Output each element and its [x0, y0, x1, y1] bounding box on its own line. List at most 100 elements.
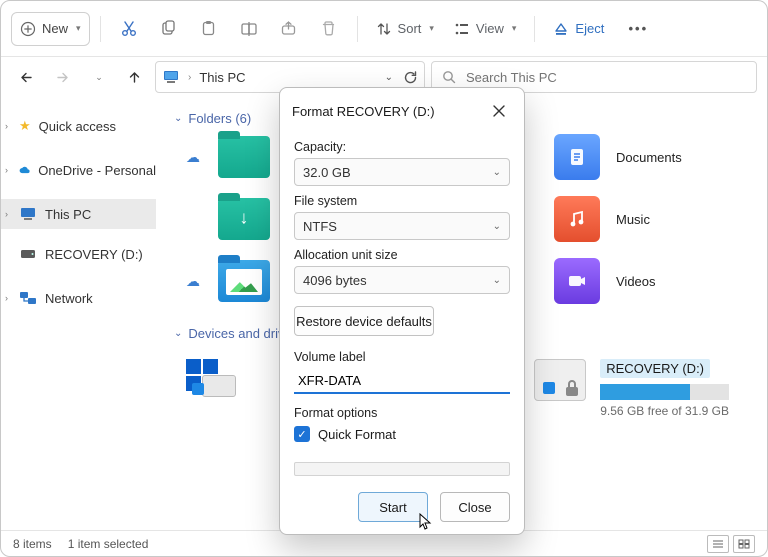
separator [357, 16, 358, 42]
sort-icon [376, 21, 392, 37]
capacity-value: 32.0 GB [303, 165, 351, 180]
cut-button[interactable] [111, 12, 147, 46]
cursor-icon [419, 513, 433, 531]
back-button[interactable] [11, 62, 41, 92]
sidebar: › ★ Quick access › OneDrive - Personal ›… [1, 97, 156, 530]
folder-label: Videos [616, 274, 656, 289]
new-button[interactable]: New ▾ [11, 12, 90, 46]
drive-item-recovery[interactable]: RECOVERY (D:) 9.56 GB free of 31.9 GB [534, 359, 749, 418]
music-icon [554, 196, 600, 242]
restore-label: Restore device defaults [296, 314, 432, 329]
eject-button[interactable]: Eject [545, 12, 612, 46]
allocation-label: Allocation unit size [294, 248, 510, 262]
more-icon: ••• [628, 21, 648, 36]
sidebar-item-label: Quick access [39, 119, 116, 134]
refresh-icon[interactable] [403, 70, 418, 85]
folder-label: Music [616, 212, 650, 227]
paste-button[interactable] [191, 12, 227, 46]
separator [534, 16, 535, 42]
capacity-label: Capacity: [294, 140, 510, 154]
sidebar-item-quick-access[interactable]: › ★ Quick access [1, 111, 156, 141]
sidebar-item-network[interactable]: › Network [1, 283, 156, 313]
view-icon [454, 21, 470, 37]
format-options-label: Format options [294, 406, 510, 420]
sort-label: Sort [398, 21, 422, 36]
pictures-icon [218, 260, 270, 302]
new-label: New [42, 21, 68, 36]
chevron-right-icon: › [5, 121, 8, 131]
icons-view-button[interactable] [733, 535, 755, 553]
chevron-down-icon: ⌄ [493, 167, 501, 178]
start-button[interactable]: Start [358, 492, 428, 522]
chevron-right-icon: › [5, 165, 8, 175]
trash-icon [320, 20, 337, 37]
drive-title: RECOVERY (D:) [600, 359, 710, 378]
search-icon [442, 70, 456, 84]
chevron-right-icon: › [5, 293, 8, 303]
dialog-title: Format RECOVERY (D:) [292, 104, 435, 119]
forward-button[interactable] [47, 62, 77, 92]
drive-usage-bar [600, 384, 729, 400]
downloads-icon: ↓ [218, 198, 270, 240]
cloud-status-icon: ☁ [184, 273, 202, 290]
star-icon: ★ [19, 118, 31, 134]
chevron-down-icon: ⌄ [174, 113, 182, 124]
folder-item-videos[interactable]: Videos [554, 258, 757, 304]
delete-button[interactable] [311, 12, 347, 46]
allocation-select[interactable]: 4096 bytes ⌄ [294, 266, 510, 294]
folder-item-music[interactable]: Music [554, 196, 757, 242]
filesystem-select[interactable]: NTFS ⌄ [294, 212, 510, 240]
drive-icon [19, 247, 37, 261]
separator [100, 16, 101, 42]
drive-item-windows[interactable] [184, 359, 236, 401]
documents-icon [554, 134, 600, 180]
arrow-right-icon [55, 70, 70, 85]
chevron-right-icon: › [188, 72, 191, 83]
format-dialog: Format RECOVERY (D:) Capacity: 32.0 GB ⌄… [279, 87, 525, 535]
volume-label-input[interactable] [294, 368, 510, 394]
search-input[interactable] [464, 69, 746, 86]
folder-label: Documents [616, 150, 682, 165]
sort-button[interactable]: Sort ▾ [368, 12, 442, 46]
computer-icon [162, 68, 180, 86]
eject-icon [553, 21, 569, 37]
share-button[interactable] [271, 12, 307, 46]
rename-button[interactable] [231, 12, 267, 46]
start-label: Start [379, 500, 406, 515]
sidebar-item-label: RECOVERY (D:) [45, 247, 143, 262]
cloud-icon [19, 164, 30, 176]
sidebar-item-label: This PC [45, 207, 91, 222]
filesystem-label: File system [294, 194, 510, 208]
restore-defaults-button[interactable]: Restore device defaults [294, 306, 434, 336]
arrow-left-icon [19, 70, 34, 85]
chevron-down-icon[interactable]: ⌄ [385, 72, 393, 83]
cloud-status-icon: ☁ [184, 149, 202, 166]
volume-label-label: Volume label [294, 350, 510, 364]
recent-button[interactable]: ⌄ [83, 62, 113, 92]
drive-free-text: 9.56 GB free of 31.9 GB [600, 404, 729, 418]
copy-icon [160, 20, 177, 37]
close-icon [493, 105, 505, 117]
details-view-button[interactable] [707, 535, 729, 553]
close-button[interactable] [486, 98, 512, 124]
folder-item-documents[interactable]: Documents [554, 134, 757, 180]
allocation-value: 4096 bytes [303, 273, 367, 288]
arrow-up-icon [127, 70, 142, 85]
sidebar-item-onedrive[interactable]: › OneDrive - Personal [1, 155, 156, 185]
quick-format-label: Quick Format [318, 427, 396, 442]
view-button[interactable]: View ▾ [446, 12, 524, 46]
quick-format-checkbox[interactable]: ✓ Quick Format [294, 426, 510, 442]
up-button[interactable] [119, 62, 149, 92]
more-button[interactable]: ••• [620, 12, 656, 46]
computer-icon [19, 207, 37, 221]
grid-icon [738, 539, 750, 549]
filesystem-value: NTFS [303, 219, 337, 234]
capacity-select[interactable]: 32.0 GB ⌄ [294, 158, 510, 186]
sidebar-item-this-pc[interactable]: › This PC [1, 199, 156, 229]
chevron-down-icon: ⌄ [174, 328, 182, 339]
close-dialog-button[interactable]: Close [440, 492, 510, 522]
sidebar-item-recovery[interactable]: RECOVERY (D:) [1, 239, 156, 269]
lock-icon [562, 378, 582, 398]
rename-icon [240, 20, 258, 38]
copy-button[interactable] [151, 12, 187, 46]
